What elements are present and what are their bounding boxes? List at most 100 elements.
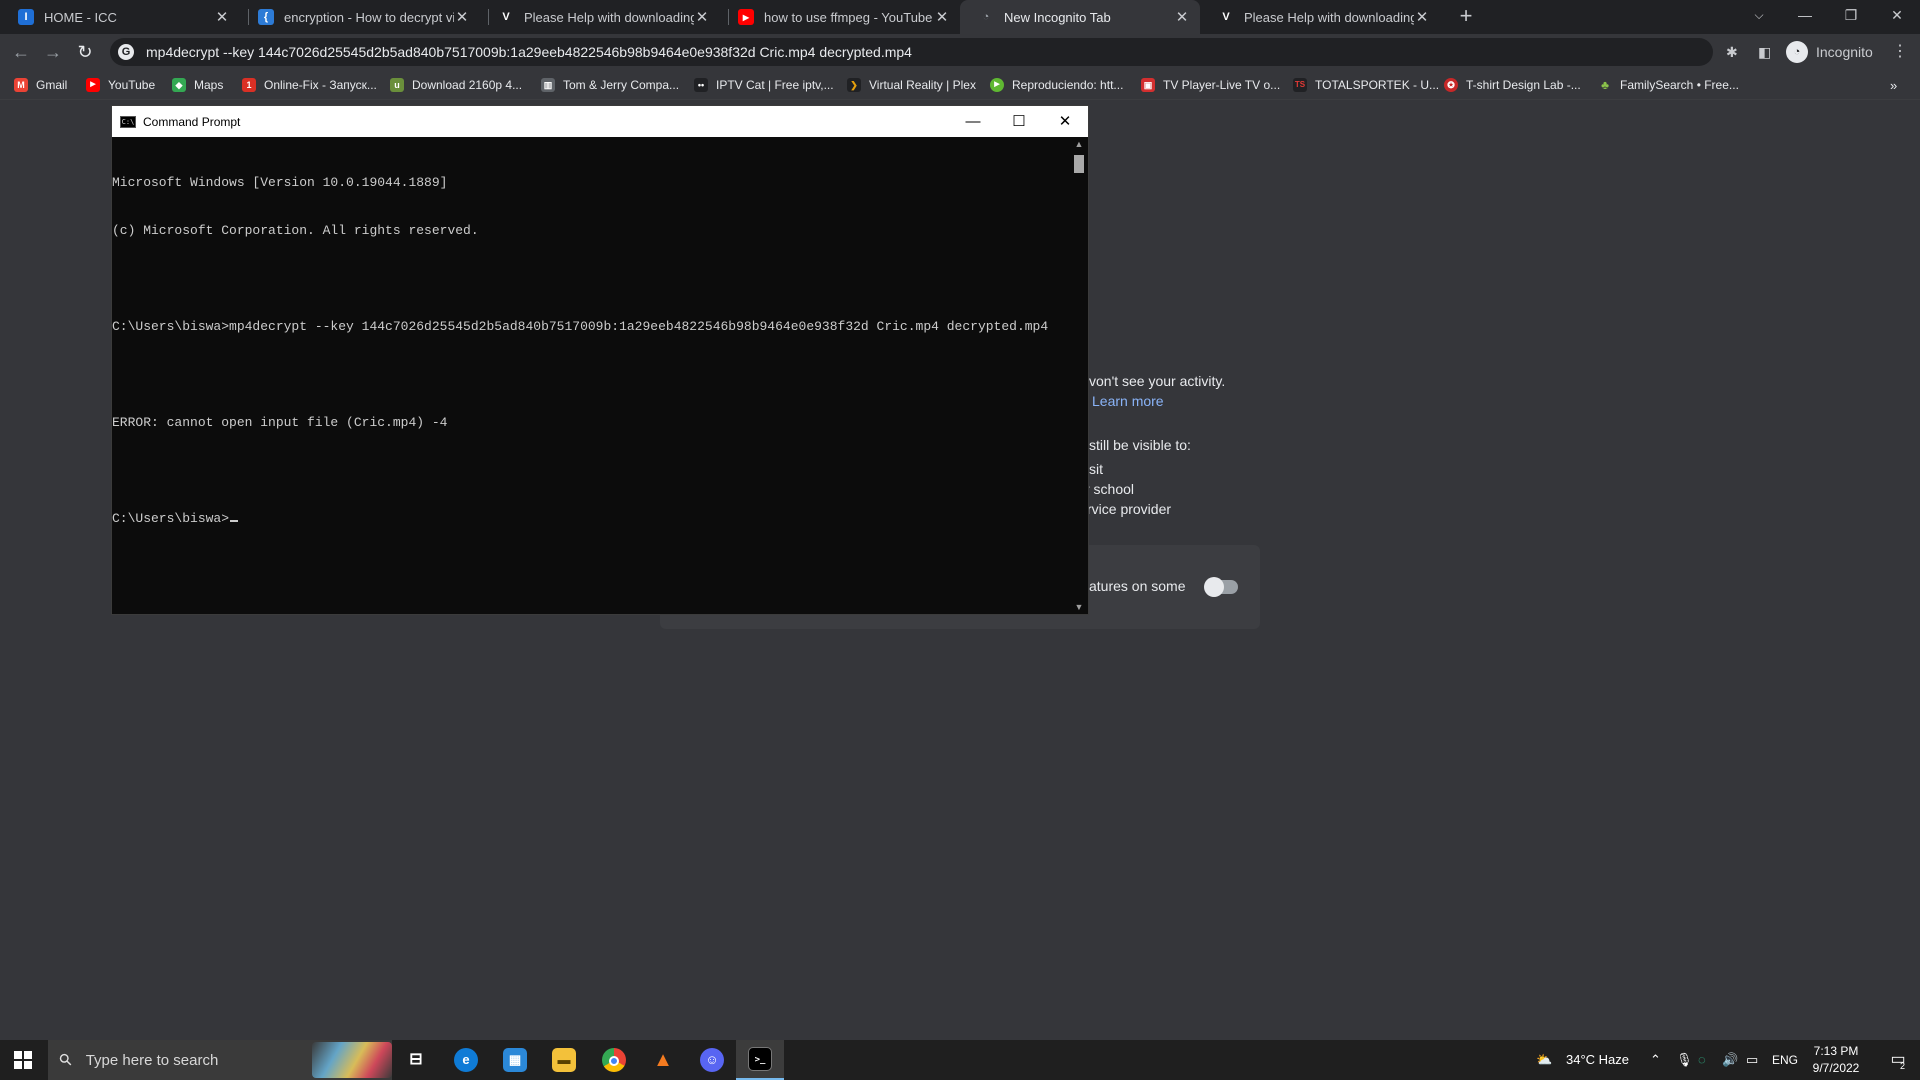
learn-more-link[interactable]: Learn more — [1092, 393, 1164, 409]
familysearch-tree-icon: ♣ — [1598, 78, 1612, 92]
vlc-player-icon[interactable]: ▲ — [639, 1040, 687, 1080]
close-tab-icon[interactable]: ✕ — [454, 8, 470, 26]
gmail-icon: M — [14, 78, 28, 92]
tab-encryption[interactable]: { encryption - How to decrypt vide ✕ — [240, 0, 480, 34]
restore-browser-button[interactable]: ❐ — [1828, 0, 1874, 32]
microphone-icon[interactable]: 🎙 — [1676, 1040, 1693, 1080]
bookmark-iptv-cat[interactable]: •• IPTV Cat | Free iptv,... — [694, 76, 834, 94]
block-cookies-toggle[interactable] — [1204, 577, 1238, 597]
chrome-icon[interactable] — [590, 1040, 638, 1080]
weather-cloud-icon[interactable]: ⛅ — [1536, 1040, 1552, 1080]
scrollbar-thumb[interactable] — [1074, 155, 1084, 173]
taskbar: ⚲ Type here to search ⊟ e ▦ ▬ ▲ ☺ >_ ⛅ 3… — [0, 1040, 1920, 1080]
toggle-knob — [1204, 577, 1224, 597]
search-placeholder: Type here to search — [85, 1051, 219, 1069]
bookmark-label: TOTALSPORTEK - U... — [1315, 78, 1440, 92]
bookmark-online-fix[interactable]: 1 Online-Fix - Запуск... — [242, 76, 377, 94]
cookies-card-text: atures on some — [1089, 578, 1186, 594]
scroll-up-icon[interactable]: ▲ — [1070, 139, 1088, 149]
bookmark-maps[interactable]: ◆ Maps — [172, 76, 223, 94]
incognito-list-item: rvice provider — [1087, 501, 1172, 517]
close-tab-icon[interactable]: ✕ — [934, 8, 950, 26]
edge-browser-icon[interactable]: e — [442, 1040, 490, 1080]
weather-widget[interactable]: 34°C Haze — [1566, 1040, 1629, 1080]
tab-new-incognito[interactable]: ◔ New Incognito Tab ✕ — [960, 0, 1200, 34]
bookmark-tv-player[interactable]: ▣ TV Player-Live TV o... — [1141, 76, 1280, 94]
close-icon[interactable]: ✕ — [1042, 106, 1088, 137]
close-tab-icon[interactable]: ✕ — [1414, 8, 1430, 26]
task-view-icon[interactable]: ⊟ — [392, 1040, 440, 1080]
windows-start-icon[interactable] — [0, 1040, 46, 1080]
bookmark-youtube[interactable]: ▶ YouTube — [86, 76, 155, 94]
forward-arrow-icon[interactable]: → — [39, 38, 67, 66]
bookmark-label: YouTube — [108, 78, 156, 92]
bookmark-tshirt-design[interactable]: ✪ T-shirt Design Lab -... — [1444, 76, 1581, 94]
speaker-icon[interactable]: 🔊 — [1722, 1040, 1738, 1080]
maximize-icon[interactable]: ☐ — [996, 106, 1042, 137]
file-explorer-icon[interactable]: ▬ — [540, 1040, 588, 1080]
tab-please-help-2[interactable]: V Please Help with downloading fr ✕ — [1200, 0, 1440, 34]
bookmark-totalsportek[interactable]: TS TOTALSPORTEK - U... — [1293, 76, 1439, 94]
security-shield-icon[interactable]: ◌ — [1698, 1040, 1706, 1080]
bookmark-label: TV Player-Live TV o... — [1163, 78, 1281, 92]
minimize-icon[interactable]: — — [950, 106, 996, 137]
bookmark-plex[interactable]: ❯ Virtual Reality | Plex — [847, 76, 976, 94]
search-highlight-illustration — [312, 1042, 392, 1078]
console-prompt-line[interactable]: C:\Users\biswa> — [112, 511, 1068, 527]
incognito-profile-button[interactable]: ◔ Incognito — [1786, 40, 1873, 64]
close-tab-icon[interactable]: ✕ — [694, 8, 710, 26]
clock-date: 9/7/2022 — [1812, 1061, 1860, 1075]
side-panel-icon[interactable]: ◧ — [1758, 40, 1771, 64]
tab-home-icc[interactable]: I HOME - ICC ✕ — [0, 0, 240, 34]
more-bookmarks-icon[interactable]: » — [1890, 76, 1897, 94]
command-prompt-titlebar[interactable]: C:\ Command Prompt — ☐ ✕ — [112, 106, 1088, 137]
tshirt-lab-icon: ✪ — [1444, 78, 1458, 92]
bookmark-label: Tom & Jerry Compa... — [563, 78, 680, 92]
notification-center-icon[interactable]: ▭ 2 — [1876, 1040, 1920, 1080]
tab-youtube-ffmpeg[interactable]: ▶ how to use ffmpeg - YouTube ✕ — [720, 0, 960, 34]
console-scrollbar[interactable]: ▲ ▼ — [1070, 137, 1088, 614]
terminal-icon: C:\ — [120, 115, 136, 128]
incognito-list-item: sit — [1089, 461, 1103, 477]
browser-toolbar: ← → ↻ G mp4decrypt --key 144c7026d25545d… — [0, 34, 1920, 70]
bookmark-tom-jerry[interactable]: ▥ Tom & Jerry Compa... — [541, 76, 679, 94]
bookmark-gmail[interactable]: M Gmail — [14, 76, 67, 94]
bookmark-label: IPTV Cat | Free iptv,... — [716, 78, 834, 92]
console-line: ERROR: cannot open input file (Cric.mp4)… — [112, 415, 448, 430]
tray-overflow-chevron-icon[interactable]: ⌃ — [1650, 1040, 1661, 1080]
close-tab-icon[interactable]: ✕ — [214, 8, 230, 26]
close-browser-button[interactable]: ✕ — [1874, 0, 1920, 32]
browser-menu-icon[interactable]: ⋮ — [1892, 40, 1908, 64]
network-icon[interactable]: ▭ — [1746, 1040, 1758, 1080]
new-tab-button[interactable]: + — [1452, 2, 1480, 30]
bookmark-label: Reproduciendo: htt... — [1012, 78, 1124, 92]
stackexchange-favicon-icon: { — [258, 9, 274, 25]
tab-search-icon[interactable]: ⌵ — [1736, 0, 1782, 32]
archive-icon: ▥ — [541, 78, 555, 92]
system-clock[interactable]: 7:13 PM 9/7/2022 — [1796, 1043, 1876, 1077]
tab-please-help-1[interactable]: V Please Help with downloading fr ✕ — [480, 0, 720, 34]
search-icon: ⚲ — [56, 1050, 77, 1071]
address-bar[interactable]: G mp4decrypt --key 144c7026d25545d2b5ad8… — [110, 38, 1713, 66]
console-line: Microsoft Windows [Version 10.0.19044.18… — [112, 175, 448, 190]
tab-title: how to use ffmpeg - YouTube — [764, 9, 933, 25]
address-bar-text[interactable]: mp4decrypt --key 144c7026d25545d2b5ad840… — [146, 44, 912, 60]
extensions-puzzle-icon[interactable]: ✱ — [1726, 40, 1738, 64]
reload-icon[interactable]: ↻ — [71, 38, 99, 66]
back-arrow-icon[interactable]: ← — [7, 38, 35, 66]
minimize-browser-button[interactable]: — — [1782, 0, 1828, 32]
close-tab-icon[interactable]: ✕ — [1174, 8, 1190, 26]
microsoft-store-icon[interactable]: ▦ — [491, 1040, 539, 1080]
discord-icon[interactable]: ☺ — [688, 1040, 736, 1080]
scroll-down-icon[interactable]: ▼ — [1070, 602, 1088, 612]
bookmark-reproduciendo[interactable]: ▶ Reproduciendo: htt... — [990, 76, 1123, 94]
console-output[interactable]: Microsoft Windows [Version 10.0.19044.18… — [112, 137, 1068, 614]
language-indicator[interactable]: ENG — [1772, 1040, 1798, 1080]
plex-icon: ❯ — [847, 78, 861, 92]
command-prompt-taskbar-icon[interactable]: >_ — [736, 1040, 784, 1080]
youtube-favicon-icon: ▶ — [738, 9, 754, 25]
bookmark-familysearch[interactable]: ♣ FamilySearch • Free... — [1598, 76, 1739, 94]
youtube-icon: ▶ — [86, 78, 100, 92]
bookmark-download-2160p[interactable]: u Download 2160p 4... — [390, 76, 522, 94]
tab-title: encryption - How to decrypt vide — [284, 9, 454, 25]
